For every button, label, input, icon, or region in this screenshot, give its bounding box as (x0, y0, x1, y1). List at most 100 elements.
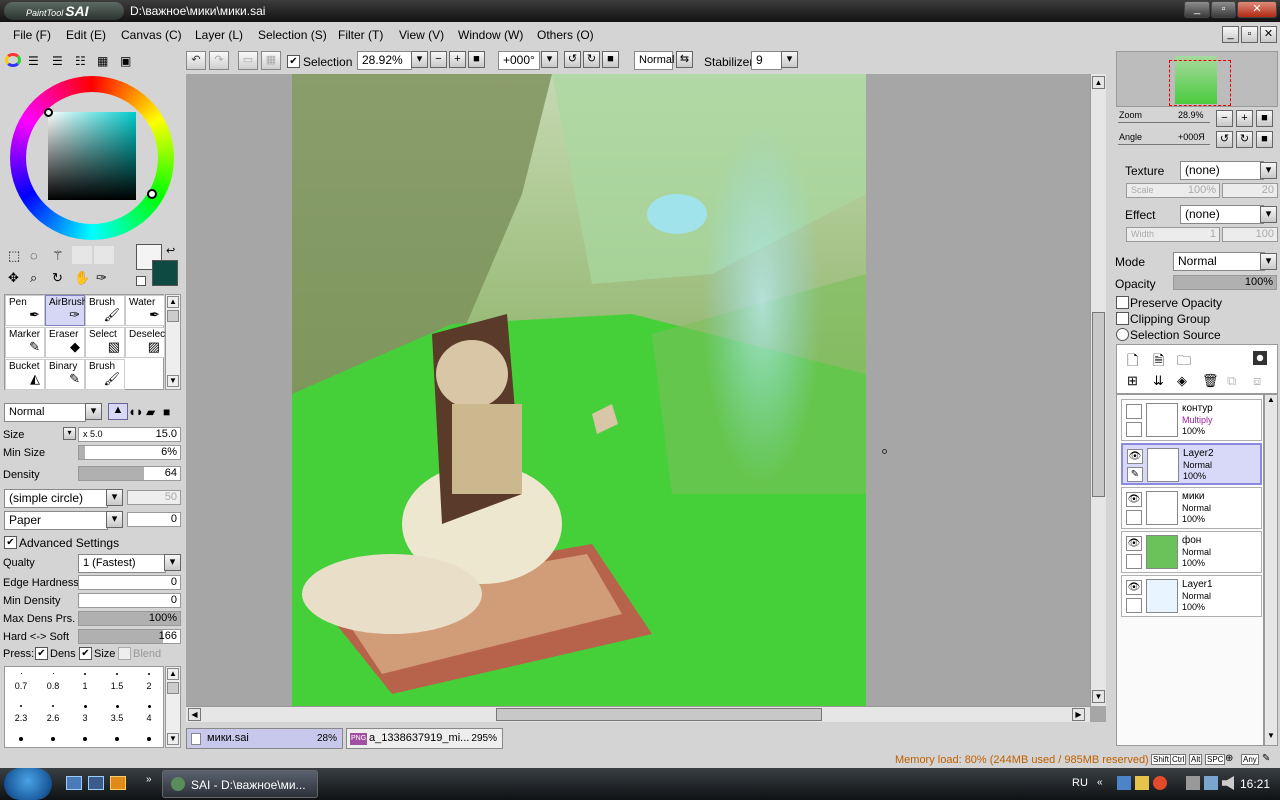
undo-button[interactable]: ↶ (186, 51, 206, 70)
view-mode-field[interactable]: Normal (634, 51, 674, 70)
brush-blend-mode[interactable]: Normal (4, 403, 86, 422)
menu-canvas[interactable]: Canvas (C) (121, 28, 182, 42)
eye-icon[interactable]: 👁 (1126, 580, 1142, 595)
hard-soft-slider[interactable]: 166 (78, 629, 181, 644)
tray-network2-icon[interactable] (1204, 776, 1218, 790)
chevron-down-icon[interactable]: ▾ (1260, 253, 1277, 270)
menu-window[interactable]: Window (W) (458, 28, 523, 42)
chevron-down-icon[interactable]: ▾ (63, 427, 76, 440)
brush-size-scrollbar[interactable]: ▲ ▼ (165, 666, 181, 748)
mdi-minimize-button[interactable]: _ (1222, 26, 1239, 43)
chevron-down-icon[interactable]: ▾ (1260, 206, 1277, 223)
scroll-up-button[interactable]: ▲ (1092, 76, 1105, 89)
layer-opacity-slider[interactable]: 100% (1173, 275, 1277, 290)
chevron-down-icon[interactable]: ▾ (411, 51, 428, 68)
eye-icon[interactable]: 👁 (1126, 536, 1142, 551)
zoom-in-button[interactable]: + (449, 51, 466, 68)
layer-effect-select[interactable]: (none) (1180, 205, 1264, 224)
chevron-down-icon[interactable]: ▾ (164, 554, 181, 571)
tray-network-icon[interactable] (1117, 776, 1131, 790)
texture-strength-slider[interactable]: 0 (127, 512, 181, 527)
tool-select[interactable]: Select ▧ (85, 327, 125, 358)
menu-edit[interactable]: Edit (E) (66, 28, 106, 42)
brush-size-dot[interactable] (51, 737, 55, 741)
tray-expand-icon[interactable]: « (1097, 777, 1103, 788)
tool-pen[interactable]: Pen ✒ (5, 295, 45, 326)
tip-dome-icon[interactable]: ◖◗ (128, 404, 144, 419)
nav-rotate-right-button[interactable]: ↻ (1236, 131, 1253, 148)
hsv-slider-icon[interactable]: ☰ (52, 54, 63, 68)
nav-zoom-out-button[interactable]: − (1216, 110, 1233, 127)
swap-colors-icon[interactable]: ↩ (166, 244, 175, 257)
rotate-left-button[interactable]: ↺ (564, 51, 581, 68)
angle-field[interactable]: +000° (498, 51, 540, 70)
start-button[interactable] (4, 768, 52, 800)
nav-zoom-slider[interactable] (1118, 122, 1210, 123)
layers-scrollbar[interactable]: ▲ ▼ (1264, 394, 1278, 746)
merge-down-icon[interactable]: ⇊ (1153, 373, 1164, 389)
scroll-left-button[interactable]: ◀ (188, 708, 201, 721)
rotate-icon[interactable]: ↻ (52, 270, 63, 286)
swatches-icon[interactable]: ☷ (75, 54, 86, 68)
brush-size-cell[interactable]: 3.5 (101, 699, 133, 731)
preserve-opacity-checkbox[interactable] (1116, 296, 1129, 309)
stabilizer-field[interactable]: 9 (751, 51, 782, 70)
tool-brush[interactable]: Brush 🖌 (85, 295, 125, 326)
eyedropper-icon[interactable]: ✑ (96, 270, 107, 286)
artwork-image[interactable] (292, 74, 866, 706)
show-desktop-icon[interactable] (66, 776, 82, 790)
brush-shape-select[interactable]: (simple circle) (4, 489, 108, 508)
layer-lock-icon[interactable]: ✎ (1127, 467, 1143, 482)
layer-row[interactable]: 👁 ✎ Layer2 Normal 100% (1121, 443, 1262, 485)
advanced-settings-checkbox[interactable]: ✔ (4, 536, 17, 549)
tool-marker[interactable]: Marker ✎ (5, 327, 45, 358)
hue-handle[interactable] (147, 189, 157, 199)
edge-hardness-slider[interactable]: 0 (78, 575, 181, 590)
texture-strength-field[interactable]: 20 (1222, 183, 1278, 198)
doc-tab-png[interactable]: PNG a_1338637919_mi... 295% (346, 728, 503, 749)
zoom-icon[interactable]: ⌕ (30, 270, 37, 286)
mdi-close-button[interactable]: ✕ (1260, 26, 1277, 43)
effect-strength-field[interactable]: 100 (1222, 227, 1278, 242)
menu-layer[interactable]: Layer (L) (195, 28, 243, 42)
press-blend-checkbox[interactable] (118, 647, 131, 660)
tool-brush[interactable]: Brush 🖌 (85, 359, 125, 390)
layer-texture-select[interactable]: (none) (1180, 161, 1264, 180)
delete-layer-icon[interactable]: 🗑 (1202, 373, 1219, 389)
nav-rotate-left-button[interactable]: ↺ (1216, 131, 1233, 148)
new-layer-icon[interactable]: 🗋 (1127, 350, 1138, 374)
media-player-icon[interactable] (110, 776, 126, 790)
brush-size-cell[interactable]: 1.5 (101, 667, 133, 699)
color-picker-handle[interactable] (44, 108, 53, 117)
brush-size-dot[interactable] (115, 737, 119, 741)
tip-square-icon[interactable]: ■ (163, 405, 170, 419)
zoom-field[interactable]: 28.92% (357, 51, 412, 70)
brush-size-cell[interactable]: 2 (133, 667, 165, 699)
vertical-scroll-thumb[interactable] (1092, 312, 1105, 497)
tool-grid-scrollbar[interactable]: ▲ ▼ (165, 294, 181, 390)
layer-mask-icon[interactable] (1253, 351, 1267, 365)
layer-row[interactable]: 👁 Layer1 Normal 100% (1121, 575, 1262, 617)
layer-lock-icon[interactable] (1126, 422, 1142, 437)
selection-source-checkbox[interactable] (1116, 328, 1129, 341)
palette-icon[interactable]: ▦ (97, 54, 108, 68)
transfer-down-icon[interactable]: ⊞ (1127, 373, 1138, 389)
tray-device-icon[interactable] (1186, 776, 1200, 790)
shape-strength-slider[interactable]: 50 (127, 490, 181, 505)
press-size-checkbox[interactable]: ✔ (79, 647, 92, 660)
layer-row[interactable]: 👁 мики Normal 100% (1121, 487, 1262, 529)
color-wheel-mode-icon[interactable] (5, 53, 21, 67)
invert-selection-button[interactable]: ▦ (261, 51, 281, 70)
brush-size-dot[interactable] (19, 737, 23, 741)
new-linework-layer-icon[interactable]: 🗎 (1153, 350, 1164, 374)
min-size-slider[interactable]: 6% (78, 445, 181, 460)
transparent-color-icon[interactable] (136, 276, 146, 286)
chevron-down-icon[interactable]: ▾ (781, 51, 798, 68)
rotate-reset-button[interactable]: ■ (602, 51, 619, 68)
saturation-value-square[interactable] (48, 112, 136, 200)
layer-row[interactable]: контур Multiply 100% (1121, 399, 1262, 441)
min-density-slider[interactable]: 0 (78, 593, 181, 608)
menu-selection[interactable]: Selection (S) (258, 28, 327, 42)
deselect-button[interactable]: ▭ (238, 51, 258, 70)
rotate-right-button[interactable]: ↻ (583, 51, 600, 68)
